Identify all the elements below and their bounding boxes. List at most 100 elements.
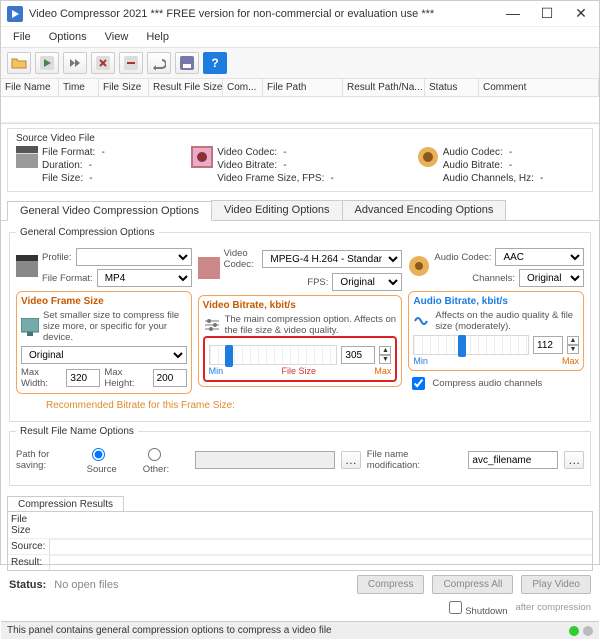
abr-spin-down[interactable]: ▼ — [567, 345, 579, 354]
vbr-spin-up[interactable]: ▲ — [379, 346, 391, 355]
vbr-spin-down[interactable]: ▼ — [379, 355, 391, 364]
col-time[interactable]: Time — [59, 79, 99, 97]
audio-bitrate-slider[interactable] — [413, 335, 529, 355]
clear-button[interactable] — [119, 52, 143, 74]
audio-bitrate-callout: Audio Bitrate, kbit/s Affects on the aud… — [408, 291, 584, 371]
abr-title: Audio Bitrate, kbit/s — [413, 296, 507, 307]
col-compression[interactable]: Com... — [223, 79, 263, 97]
status-label: Status: — [9, 579, 46, 591]
folder-open-icon — [11, 56, 27, 70]
tab-advanced[interactable]: Advanced Encoding Options — [342, 200, 507, 220]
result-file-name-fieldset: Result File Name Options Path for saving… — [9, 426, 591, 486]
video-bitrate-callout: Video Bitrate, kbit/s The main compressi… — [198, 295, 403, 387]
close-button[interactable]: ✕ — [569, 5, 593, 22]
audio-bitrate-input[interactable] — [533, 336, 563, 354]
open-button[interactable] — [7, 52, 31, 74]
menu-file[interactable]: File — [5, 29, 39, 45]
save-button[interactable] — [175, 52, 199, 74]
max-width-input[interactable] — [66, 369, 100, 387]
status-value: No open files — [54, 579, 118, 591]
remove-icon — [96, 56, 110, 70]
titlebar: Video Compressor 2021 *** FREE version f… — [1, 1, 599, 27]
path-other-input[interactable] — [195, 451, 335, 469]
audio-codec-select[interactable]: AAC — [495, 248, 584, 266]
speaker-small-icon — [408, 255, 430, 277]
compress-audio-checkbox[interactable] — [412, 377, 425, 390]
monitor-icon — [21, 318, 39, 336]
video-frame-size-callout: Video Frame Size Set smaller size to com… — [16, 291, 192, 394]
menu-help[interactable]: Help — [138, 29, 177, 45]
options-tabs: General Video Compression Options Video … — [1, 200, 599, 221]
play-multi-icon — [68, 56, 82, 70]
compress-button[interactable]: Compress — [357, 575, 425, 594]
toolbar: ? — [1, 48, 599, 79]
speaker-icon — [417, 146, 439, 168]
menubar: File Options View Help — [1, 27, 599, 48]
minimize-button[interactable]: — — [501, 5, 525, 22]
window-title: Video Compressor 2021 *** FREE version f… — [29, 8, 501, 20]
col-comment[interactable]: Comment — [479, 79, 599, 97]
statusbar: This panel contains general compression … — [1, 621, 599, 639]
filename-mod-input[interactable] — [468, 451, 558, 469]
vfs-title: Video Frame Size — [21, 296, 104, 307]
help-button[interactable]: ? — [203, 52, 227, 74]
video-bitrate-highlight: ▲ ▼ MinFile SizeMax — [203, 336, 398, 382]
status-dot-green — [569, 626, 579, 636]
status-dot-grey — [583, 626, 593, 636]
col-file-path[interactable]: File Path — [263, 79, 343, 97]
film-icon — [191, 146, 213, 168]
undo-icon — [152, 56, 166, 70]
clear-icon — [124, 56, 138, 70]
compress-all-button[interactable]: Compress All — [432, 575, 513, 594]
film-small-icon — [198, 257, 220, 279]
play-single-button[interactable] — [35, 52, 59, 74]
remove-button[interactable] — [91, 52, 115, 74]
undo-button[interactable] — [147, 52, 171, 74]
col-file-size[interactable]: File Size — [99, 79, 149, 97]
video-codec-select[interactable]: MPEG-4 H.264 - Standar — [262, 250, 402, 268]
abr-spin-up[interactable]: ▲ — [567, 336, 579, 345]
source-video-info: Source Video File File Format: - Duratio… — [7, 128, 593, 192]
fps-select[interactable]: Original — [332, 273, 402, 291]
play-icon — [40, 56, 54, 70]
channels-select[interactable]: Original — [519, 269, 584, 287]
app-icon — [7, 6, 23, 22]
vbr-title: Video Bitrate, kbit/s — [203, 300, 296, 311]
recommended-bitrate-label: Recommended Bitrate for this Frame Size: — [46, 400, 235, 411]
video-bitrate-input[interactable] — [341, 346, 375, 364]
profile-select[interactable] — [76, 248, 192, 266]
compression-results: Compression Results File Size Source: Re… — [7, 496, 593, 571]
menu-options[interactable]: Options — [41, 29, 95, 45]
shutdown-checkbox[interactable] — [449, 601, 462, 614]
col-result-path[interactable]: Result Path/Na... — [343, 79, 425, 97]
filename-mod-button[interactable]: … — [564, 451, 584, 469]
col-result-size[interactable]: Result File Size — [149, 79, 223, 97]
file-format-select[interactable]: MP4 — [97, 269, 192, 287]
tab-general[interactable]: General Video Compression Options — [7, 201, 212, 221]
tab-compression-results[interactable]: Compression Results — [7, 496, 124, 512]
result-size-cell — [50, 555, 592, 570]
clapperboard-icon — [16, 146, 38, 168]
path-browse-button[interactable]: … — [341, 451, 361, 469]
wave-icon — [413, 312, 431, 330]
floppy-icon — [180, 56, 194, 70]
play-video-button[interactable]: Play Video — [521, 575, 591, 594]
statusbar-text: This panel contains general compression … — [7, 625, 332, 636]
clapper-icon — [16, 255, 38, 277]
path-other-radio[interactable] — [148, 448, 161, 461]
path-source-radio[interactable] — [92, 448, 105, 461]
menu-view[interactable]: View — [97, 29, 137, 45]
grid-empty-area[interactable] — [1, 97, 599, 123]
frame-size-select[interactable]: Original — [21, 346, 187, 364]
tab-editing[interactable]: Video Editing Options — [211, 200, 343, 220]
col-file-name[interactable]: File Name — [1, 79, 59, 97]
source-title: Source Video File — [16, 133, 584, 144]
gco-legend: General Compression Options — [16, 227, 159, 238]
max-height-input[interactable] — [153, 369, 187, 387]
tune-icon — [203, 316, 221, 334]
col-status[interactable]: Status — [425, 79, 479, 97]
maximize-button[interactable]: ☐ — [535, 5, 559, 22]
source-size-cell — [50, 539, 592, 554]
video-bitrate-slider[interactable] — [209, 345, 338, 365]
play-all-button[interactable] — [63, 52, 87, 74]
